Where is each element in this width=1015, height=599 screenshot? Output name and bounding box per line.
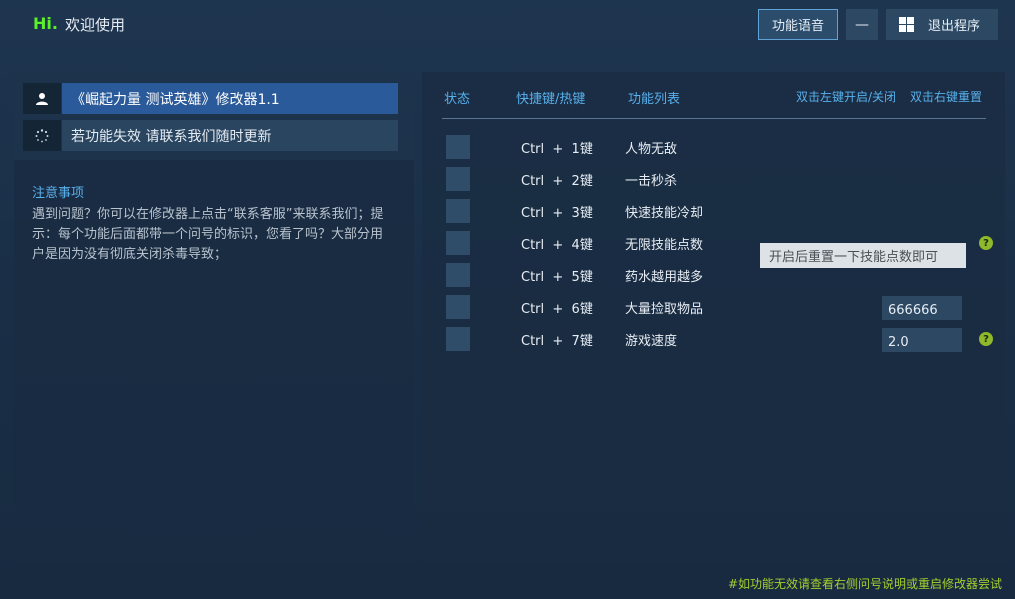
feature-row: Ctrl + 7键 游戏速度 ?: [446, 327, 993, 352]
notice-title: 注意事项: [32, 186, 85, 201]
header-features: 功能列表: [628, 92, 681, 107]
spinner-icon: [23, 120, 61, 151]
tooltip: 开启后重置一下技能点数即可: [760, 243, 966, 268]
feature-name[interactable]: 一击秒杀: [625, 170, 677, 189]
sidebar-item-label: 若功能失效 请联系我们随时更新: [62, 120, 398, 151]
hi-logo: Hi.: [33, 14, 58, 33]
welcome-text: 欢迎使用: [65, 16, 126, 34]
game-speed-input[interactable]: [882, 328, 962, 352]
feature-hotkey: Ctrl + 3键: [521, 206, 593, 221]
feature-toggle[interactable]: [446, 135, 470, 159]
help-icon[interactable]: ?: [979, 332, 993, 346]
sidebar-item-label: 《崛起力量 测试英雄》修改器1.1: [62, 83, 398, 114]
sidebar-item-update[interactable]: 若功能失效 请联系我们随时更新: [23, 120, 398, 151]
feature-toggle[interactable]: [446, 231, 470, 255]
header-toggle-hint: 双击左键开启/关闭: [796, 90, 897, 104]
left-panel-header: 《崛起力量 测试英雄》修改器1.1 若功能失效 请联系我们随时更新: [14, 72, 414, 160]
feature-row: Ctrl + 3键 快速技能冷却: [446, 199, 986, 223]
feature-hotkey: Ctrl + 4键: [521, 238, 593, 253]
feature-hotkey: Ctrl + 5键: [521, 270, 593, 285]
header-divider: [442, 118, 986, 119]
header-status: 状态: [444, 92, 471, 107]
feature-hotkey: Ctrl + 7键: [521, 334, 593, 349]
footer-hint: #如功能无效请查看右侧问号说明或重启修改器尝试: [727, 577, 1002, 591]
feature-toggle[interactable]: [446, 199, 470, 223]
feature-panel: 状态 快捷键/热键 功能列表 双击左键开启/关闭 双击右键重置 Ctrl + 1…: [422, 72, 1005, 562]
feature-name[interactable]: 人物无敌: [625, 138, 677, 157]
feature-name[interactable]: 无限技能点数: [625, 234, 703, 253]
feature-name[interactable]: 快速技能冷却: [625, 202, 703, 221]
title-bar: Hi. 欢迎使用 功能语音 — 退出程序: [0, 0, 1015, 52]
minimize-button[interactable]: —: [846, 9, 878, 40]
feature-hotkey: Ctrl + 6键: [521, 302, 593, 317]
feature-name[interactable]: 游戏速度: [625, 330, 677, 349]
feature-name[interactable]: 药水越用越多: [625, 266, 703, 285]
help-icon[interactable]: ?: [979, 236, 993, 250]
left-panel: 《崛起力量 测试英雄》修改器1.1 若功能失效 请联系我们随时更新 注意事项 遇…: [14, 72, 414, 562]
exit-button[interactable]: 退出程序: [886, 9, 998, 40]
feature-toggle[interactable]: [446, 263, 470, 287]
header-reset-hint: 双击右键重置: [910, 90, 983, 104]
windows-icon: [899, 17, 914, 32]
feature-hotkey: Ctrl + 1键: [521, 142, 593, 157]
feature-hotkey: Ctrl + 2键: [521, 174, 593, 189]
user-icon: [23, 83, 61, 114]
feature-name[interactable]: 大量捡取物品: [625, 298, 703, 317]
feature-row: Ctrl + 2键 一击秒杀: [446, 167, 986, 191]
exit-button-label: 退出程序: [928, 19, 981, 34]
feature-toggle[interactable]: [446, 167, 470, 191]
feature-row: Ctrl + 1键 人物无敌: [446, 135, 986, 159]
feature-toggle[interactable]: [446, 295, 470, 319]
item-amount-input[interactable]: [882, 296, 962, 320]
voice-button[interactable]: 功能语音: [758, 9, 838, 40]
header-hotkey: 快捷键/热键: [516, 92, 586, 107]
sidebar-item-game[interactable]: 《崛起力量 测试英雄》修改器1.1: [23, 83, 398, 114]
notice-body: 遇到问题？你可以在修改器上点击“联系客服”来联系我们；提示：每个功能后面都带一个…: [32, 207, 384, 262]
feature-row: Ctrl + 6键 大量捡取物品: [446, 295, 986, 320]
feature-toggle[interactable]: [446, 327, 470, 351]
